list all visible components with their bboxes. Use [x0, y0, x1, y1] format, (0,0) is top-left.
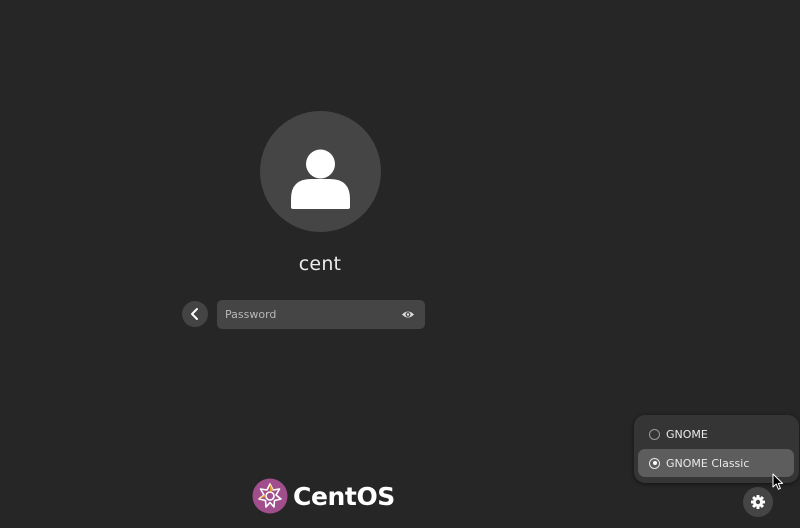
session-option-gnome[interactable]: GNOME [638, 420, 794, 448]
chevron-left-icon [191, 308, 198, 320]
back-button[interactable] [182, 301, 208, 327]
gdm-login-screen: cent CentOS GNOME GNOME Classic [0, 0, 800, 528]
centos-logo: CentOS [252, 478, 395, 514]
session-settings-button[interactable] [743, 487, 773, 517]
gear-icon [751, 495, 765, 509]
session-option-label: GNOME [666, 427, 708, 441]
mouse-pointer-icon [772, 473, 784, 490]
session-option-gnome-classic[interactable]: GNOME Classic [638, 449, 794, 477]
radio-unselected-icon[interactable] [649, 428, 660, 440]
eye-icon[interactable] [401, 308, 415, 321]
password-input[interactable] [217, 300, 387, 329]
radio-selected-icon[interactable] [649, 457, 660, 469]
logo-text: CentOS [293, 481, 395, 511]
user-avatar [260, 111, 381, 232]
user-avatar-icon [291, 149, 350, 209]
user-name: cent [298, 253, 342, 275]
password-field[interactable] [217, 300, 425, 329]
centos-logo-icon [252, 478, 288, 514]
session-option-label: GNOME Classic [666, 456, 750, 470]
